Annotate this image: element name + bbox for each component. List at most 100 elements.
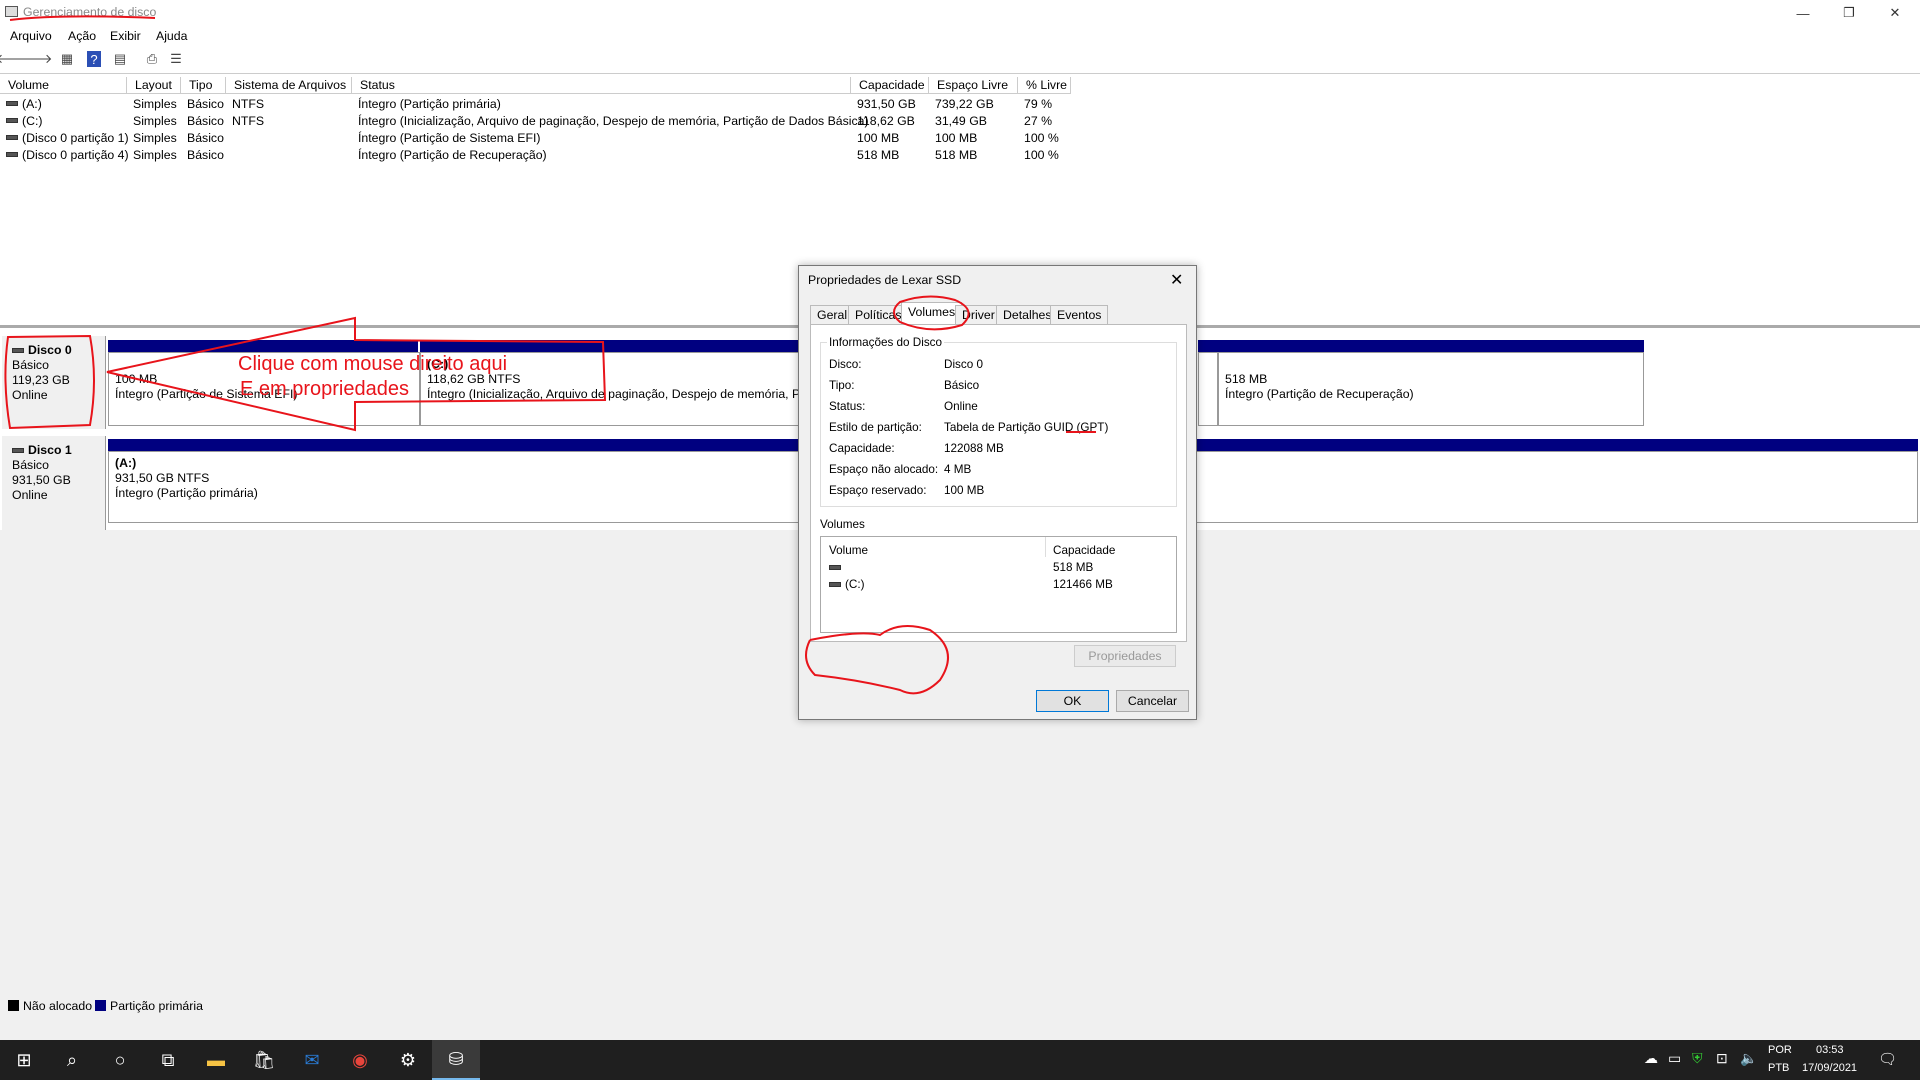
disk-management-icon[interactable]: ⛁	[432, 1040, 480, 1080]
disk0-partition-c-end[interactable]	[1198, 352, 1218, 426]
file-explorer-icon[interactable]: ▬	[192, 1040, 240, 1080]
table-cell: Íntegro (Partição de Sistema EFI)	[358, 131, 541, 145]
lang-2[interactable]: PTB	[1768, 1062, 1789, 1074]
vol-col-capacidade[interactable]: Capacidade	[1053, 543, 1115, 559]
col-tipo[interactable]: Tipo	[181, 77, 226, 94]
partition-bar	[108, 340, 418, 352]
notification-icon[interactable]: 🗨	[1878, 1050, 1897, 1068]
legend-unallocated: Não alocado	[23, 999, 93, 1013]
onedrive-icon[interactable]: ☁	[1644, 1050, 1658, 1067]
tab-driver[interactable]: Driver	[955, 305, 1002, 324]
info-label: Espaço reservado:	[829, 484, 927, 497]
table-cell: 518 MB	[935, 148, 978, 162]
table-cell: 118,62 GB	[857, 114, 915, 128]
cortana-icon[interactable]: ○	[96, 1040, 144, 1080]
menu-bar	[0, 26, 1920, 46]
vol-capacity: 518 MB	[1053, 561, 1094, 574]
store-icon[interactable]: 🛍	[240, 1040, 288, 1080]
info-value: Online	[944, 400, 978, 413]
vol-col-volume[interactable]: Volume	[829, 543, 868, 559]
col-volume[interactable]: Volume	[0, 77, 127, 94]
col-layout[interactable]: Layout	[127, 77, 181, 94]
col-espaco-livre[interactable]: Espaço Livre	[929, 77, 1018, 94]
chrome-icon[interactable]: ◉	[336, 1040, 384, 1080]
tab-volumes[interactable]: Volumes	[901, 302, 963, 325]
task-view-icon[interactable]: ⧉	[144, 1040, 192, 1080]
table-cell[interactable]: (Disco 0 partição 4)	[22, 147, 129, 164]
clock-date[interactable]: 17/09/2021	[1802, 1062, 1857, 1074]
forward-icon[interactable]: 🡒	[18, 50, 53, 68]
menu-exibir[interactable]: Exibir	[110, 26, 141, 46]
table-cell: 31,49 GB	[935, 114, 987, 128]
clock-time[interactable]: 03:53	[1816, 1044, 1844, 1056]
col-capacidade[interactable]: Capacidade	[851, 77, 929, 94]
search-icon[interactable]: ⌕	[48, 1040, 96, 1080]
security-icon[interactable]: ⛨	[1692, 1050, 1703, 1067]
partition-size: 518 MB	[1225, 372, 1268, 386]
volume-icon	[829, 582, 841, 588]
table-cell: Simples	[133, 148, 177, 162]
table-cell: Simples	[133, 97, 177, 111]
tab-eventos[interactable]: Eventos	[1050, 305, 1109, 324]
view-icon[interactable]: ▦	[57, 50, 77, 68]
disk0-partition1[interactable]: 100 MB Íntegro (Partição de Sistema EFI)	[108, 352, 420, 426]
info-value: Tabela de Partição GUID (GPT)	[944, 421, 1109, 434]
computer-management-icon[interactable]: ⚙	[384, 1040, 432, 1080]
menu-acao[interactable]: Ação	[68, 26, 96, 46]
table-cell: Íntegro (Inicialização, Arquivo de pagin…	[358, 114, 869, 128]
table-cell: 100 MB	[857, 131, 900, 145]
tab-politicas[interactable]: Políticas	[848, 305, 909, 324]
table-cell[interactable]: (C:)	[22, 113, 43, 130]
lang-1[interactable]: POR	[1768, 1044, 1792, 1056]
vol-row-2[interactable]: (C:)	[829, 577, 864, 593]
close-icon[interactable]: ✕	[1872, 0, 1918, 26]
menu-arquivo[interactable]: Arquivo	[10, 26, 52, 46]
disk1-status: Online	[12, 488, 48, 502]
vol-row-1[interactable]	[829, 560, 845, 576]
properties-button[interactable]: Propriedades	[1074, 645, 1176, 667]
info-label: Espaço não alocado:	[829, 463, 939, 476]
col-sistema[interactable]: Sistema de Arquivos	[226, 77, 352, 94]
windows-start-icon[interactable]: ⊞	[0, 1040, 48, 1080]
help-icon[interactable]: ?	[87, 51, 101, 67]
table-cell: Íntegro (Partição de Recuperação)	[358, 148, 547, 162]
legend: Não alocado Partição primária	[0, 996, 1920, 1014]
window-title: Gerenciamento de disco	[23, 5, 157, 19]
connect-icon[interactable]: ⎙	[142, 50, 162, 68]
network-icon[interactable]: ⊡	[1716, 1050, 1728, 1067]
settings-view-icon[interactable]: ☰	[166, 50, 186, 68]
close-icon[interactable]: ✕	[1170, 270, 1183, 290]
info-label: Capacidade:	[829, 442, 895, 455]
table-cell: Básico	[187, 97, 224, 111]
info-label: Status:	[829, 400, 866, 413]
disk-icon	[12, 348, 24, 354]
disk1-label[interactable]: Disco 1 Básico 931,50 GB Online	[2, 436, 106, 530]
table-cell[interactable]: (Disco 0 partição 1)	[22, 130, 129, 147]
mail-icon[interactable]: ✉	[288, 1040, 336, 1080]
col-status[interactable]: Status	[352, 77, 851, 94]
minimize-icon[interactable]: —	[1780, 0, 1826, 26]
disk0-label[interactable]: Disco 0 Básico 119,23 GB Online	[2, 336, 106, 429]
tray-icon[interactable]: ▭	[1668, 1050, 1681, 1067]
volume-icon	[6, 135, 18, 140]
volume-icon	[6, 118, 18, 123]
properties-icon[interactable]: ▤	[110, 50, 130, 68]
table-cell: Simples	[133, 114, 177, 128]
restore-icon[interactable]: ❐	[1826, 0, 1872, 26]
disk0-partition4[interactable]: 518 MB Íntegro (Partição de Recuperação)	[1218, 352, 1644, 426]
table-cell[interactable]: (A:)	[22, 96, 42, 113]
info-label: Disco:	[829, 358, 862, 371]
menu-ajuda[interactable]: Ajuda	[156, 26, 187, 46]
title-bar	[0, 0, 1920, 26]
cancel-button[interactable]: Cancelar	[1116, 690, 1189, 712]
disk0-type: Básico	[12, 358, 49, 372]
vol-name: (C:)	[845, 578, 865, 591]
disk1-name: Disco 1	[28, 443, 72, 457]
primary-swatch	[95, 1000, 106, 1011]
table-cell: Básico	[187, 148, 224, 162]
col-pct-livre[interactable]: % Livre	[1018, 77, 1071, 94]
disk0-partition-c[interactable]: (C:) 118,62 GB NTFS Íntegro (Inicializaç…	[420, 352, 800, 426]
table-cell: 518 MB	[857, 148, 900, 162]
ok-button[interactable]: OK	[1036, 690, 1109, 712]
volume-icon[interactable]: 🔈	[1740, 1050, 1757, 1067]
